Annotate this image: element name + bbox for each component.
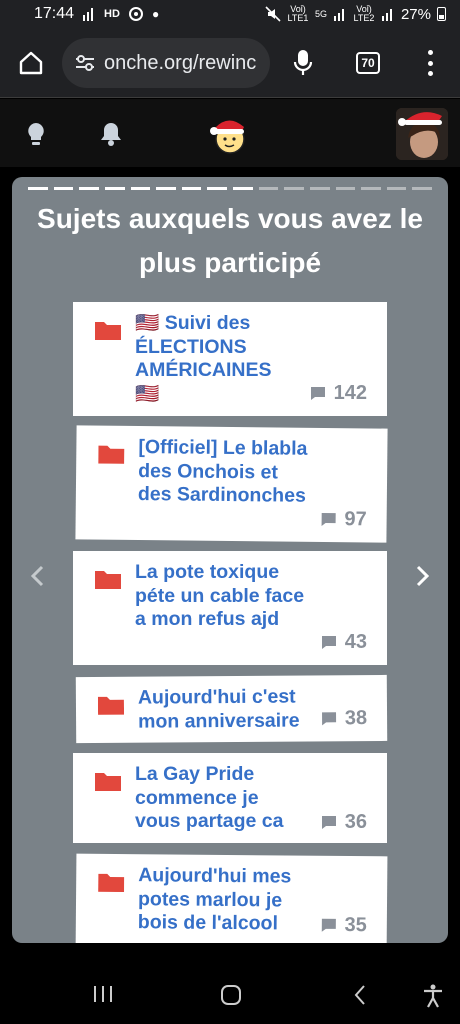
site-header	[0, 99, 460, 167]
progress-segment	[258, 187, 279, 190]
menu-dot-icon	[427, 50, 433, 55]
topic-item[interactable]: La Gay Pride commence je vous partage ca…	[73, 753, 387, 843]
status-time: 17:44	[34, 5, 75, 22]
flag-us-icon: 🇺🇸	[135, 312, 160, 334]
topic-title[interactable]: Aujourd'hui mes potes marlou je bois de …	[138, 864, 314, 936]
comment-icon	[310, 387, 325, 400]
progress-segment	[130, 187, 151, 190]
signal-bars-icon	[333, 9, 344, 21]
browser-toolbar: onche.org/rewinc 70	[0, 28, 460, 98]
comment-icon	[321, 512, 336, 526]
topic-item[interactable]: [Officiel] Le blabla des Onchois et des …	[75, 425, 388, 543]
topic-item[interactable]: Aujourd'hui c'est mon anniversaire 38	[75, 674, 388, 744]
folder-icon	[95, 571, 121, 589]
topic-count: 38	[321, 707, 367, 730]
topic-count: 43	[321, 631, 367, 654]
tab-switcher-button[interactable]: 70	[356, 52, 380, 74]
topic-item[interactable]: Aujourd'hui mes potes marlou je bois de …	[75, 853, 388, 943]
lightbulb-icon[interactable]	[24, 121, 48, 147]
progress-segment	[386, 187, 407, 190]
comment-icon	[321, 816, 336, 829]
recent-apps-icon[interactable]	[92, 984, 114, 1004]
topic-count: 35	[320, 913, 367, 937]
topic-title-wrap: 🇺🇸 Suivi des ÉLECTIONS AMÉRICAINES 🇺🇸	[135, 312, 295, 406]
rewind-card: Sujets auxquels vous avez le plus partic…	[12, 177, 448, 943]
comment-icon	[321, 712, 336, 726]
progress-segment	[53, 187, 74, 190]
network-lte2: Voỉ) LTE2	[353, 4, 375, 23]
browser-menu-button[interactable]	[420, 50, 440, 76]
signal-bars-icon	[83, 8, 94, 21]
android-navigation-bar	[0, 960, 460, 1024]
progress-segment	[309, 187, 330, 190]
microphone-icon[interactable]	[292, 48, 314, 78]
story-progress-bar	[28, 187, 432, 190]
notification-dot-icon: ●	[151, 7, 160, 21]
accessibility-icon[interactable]	[422, 984, 444, 1008]
progress-segment	[335, 187, 356, 190]
progress-segment	[233, 187, 253, 190]
folder-icon	[97, 696, 125, 715]
status-bar: 17:44 HD ● Voỉ) LTE1 5G Voỉ) LTE2 27%	[0, 0, 460, 28]
topic-title[interactable]: La Gay Pride commence je vous partage ca	[135, 763, 305, 834]
mute-icon	[265, 6, 281, 22]
folder-icon	[98, 873, 125, 893]
network-5g: 5G	[314, 8, 327, 19]
santa-mascot-logo[interactable]	[208, 113, 250, 155]
bell-icon[interactable]	[98, 121, 124, 147]
avatar-image	[396, 108, 448, 160]
flag-us-icon: 🇺🇸	[135, 382, 160, 405]
home-icon[interactable]	[18, 50, 44, 76]
site-settings-icon[interactable]	[74, 53, 96, 73]
progress-segment	[181, 187, 202, 190]
topic-item[interactable]: 🇺🇸 Suivi des ÉLECTIONS AMÉRICAINES 🇺🇸 14…	[73, 302, 387, 416]
progress-segment	[79, 187, 99, 190]
battery-percent: 27%	[400, 5, 431, 23]
topic-count: 97	[320, 508, 367, 531]
chevron-left-icon[interactable]	[24, 562, 52, 590]
progress-segment	[207, 187, 227, 190]
home-nav-icon[interactable]	[220, 984, 242, 1006]
card-title: Sujets auxquels vous avez le plus partic…	[37, 203, 423, 278]
network-lte1: Voỉ) LTE1	[287, 4, 309, 23]
battery-icon	[437, 7, 446, 21]
folder-icon	[95, 773, 121, 791]
progress-segment	[284, 187, 304, 190]
progress-segment	[156, 187, 176, 190]
hd-icon: HD	[104, 8, 120, 20]
topic-count-value: 43	[344, 631, 367, 653]
user-avatar[interactable]	[396, 108, 448, 160]
progress-segment	[412, 187, 432, 190]
signal-bars-icon	[381, 9, 392, 21]
folder-icon	[98, 445, 125, 464]
address-bar[interactable]: onche.org/rewinc	[62, 38, 270, 88]
topic-count-value: 35	[344, 913, 367, 937]
menu-dot-icon	[427, 71, 433, 76]
topic-count-value: 142	[333, 382, 367, 404]
topic-count-value: 36	[344, 811, 367, 833]
folder-icon	[95, 322, 121, 340]
progress-segment	[361, 187, 381, 190]
camera-icon	[128, 7, 143, 21]
topic-item[interactable]: La pote toxique péte un cable face a mon…	[73, 551, 387, 665]
topic-title[interactable]: La pote toxique péte un cable face a mon…	[135, 561, 315, 632]
topic-title[interactable]: Aujourd'hui c'est mon anniversaire	[138, 685, 318, 733]
topic-count-value: 97	[344, 508, 367, 531]
menu-dot-icon	[427, 60, 433, 66]
chevron-right-icon[interactable]	[408, 562, 436, 590]
progress-segment	[104, 187, 125, 190]
comment-icon	[321, 636, 336, 649]
url-text: onche.org/rewinc	[104, 51, 257, 74]
topic-count: 142	[310, 382, 367, 405]
topic-count: 36	[321, 811, 367, 834]
progress-segment	[28, 187, 48, 190]
back-nav-icon[interactable]	[352, 984, 368, 1006]
topic-count-value: 38	[344, 707, 368, 730]
comment-icon	[321, 918, 336, 932]
topic-title[interactable]: [Officiel] Le blabla des Onchois et des …	[138, 436, 309, 508]
